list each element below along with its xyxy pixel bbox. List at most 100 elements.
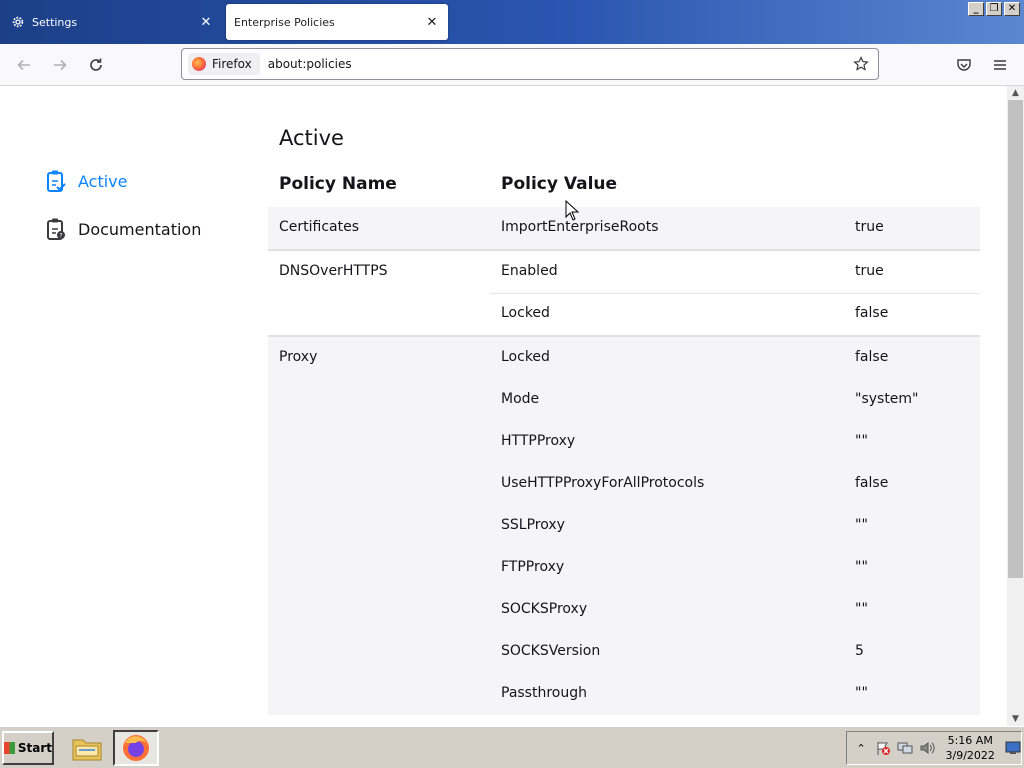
clock-time: 5:16 AM [947, 734, 993, 747]
sidebar-item-label: Active [78, 171, 128, 191]
table-row: SOCKSVersion 5 [268, 631, 980, 673]
volume-icon[interactable] [919, 739, 936, 757]
policy-value: true [855, 219, 884, 235]
policy-value: false [855, 475, 889, 491]
sidebar-item-active[interactable]: Active [44, 166, 201, 196]
taskbar: Start ⌃ 5:16 AM 3/9/2022 [0, 726, 1024, 768]
policy-name: Certificates [279, 219, 360, 235]
policy-value: "" [855, 601, 868, 617]
scroll-down-icon[interactable]: ▼ [1007, 712, 1024, 726]
clock-date: 3/9/2022 [945, 749, 995, 762]
policy-name: Proxy [279, 349, 318, 365]
policy-key: SOCKSProxy [501, 601, 588, 617]
table-row: UseHTTPProxyForAllProtocols false [268, 463, 980, 505]
forward-button[interactable] [48, 53, 72, 77]
mouse-cursor-icon [565, 200, 579, 221]
chevron-up-icon[interactable]: ⌃ [853, 739, 869, 757]
policy-key: FTPProxy [501, 559, 565, 575]
reload-icon [90, 58, 102, 71]
policy-group-proxy: Proxy Locked false Mode "system" HTTPPro… [268, 337, 980, 715]
network-icon[interactable] [897, 739, 913, 757]
policy-group-dnsoverhttps: DNSOverHTTPS Enabled true Locked false [268, 251, 980, 337]
tab-enterprise-policies[interactable]: Enterprise Policies ✕ [226, 4, 448, 40]
app-menu-button[interactable] [988, 53, 1012, 77]
svg-text:?: ? [59, 233, 62, 240]
policy-value: true [855, 263, 884, 279]
column-header-policy-value: Policy Value [501, 174, 618, 194]
pocket-icon [957, 59, 971, 71]
tab-label: Enterprise Policies [234, 15, 335, 29]
table-row: Mode "system" [268, 379, 980, 421]
reload-button[interactable] [84, 53, 108, 77]
policy-key: Locked [501, 349, 550, 365]
window-controls: _ ❐ ✕ [968, 2, 1020, 16]
policy-key: Passthrough [501, 685, 587, 701]
table-row: SSLProxy "" [268, 505, 980, 547]
table-row: Passthrough "" [268, 673, 980, 715]
show-desktop-icon[interactable] [1005, 739, 1021, 757]
close-tab-icon[interactable]: ✕ [196, 12, 216, 32]
clock[interactable]: 5:16 AM 3/9/2022 [946, 733, 995, 763]
gear-icon [10, 14, 26, 30]
bookmark-star-icon[interactable] [850, 53, 872, 75]
policies-table: Certificates ImportEnterpriseRoots true … [268, 207, 980, 715]
policy-key: SSLProxy [501, 517, 565, 533]
close-window-button[interactable]: ✕ [1004, 2, 1020, 16]
sidebar-item-documentation[interactable]: ? Documentation [44, 214, 201, 244]
windows-logo-icon [4, 742, 15, 754]
policy-value: "system" [855, 391, 919, 407]
policy-value: false [855, 349, 889, 365]
firefox-icon [123, 735, 149, 761]
navigation-toolbar: Firefox about:policies [0, 44, 1024, 86]
sidebar: Active ? Documentation [44, 166, 201, 262]
pocket-button[interactable] [952, 53, 976, 77]
sidebar-item-label: Documentation [78, 219, 202, 239]
policy-key: SOCKSVersion [501, 643, 601, 659]
table-row: Certificates ImportEnterpriseRoots true [268, 207, 980, 249]
policy-key: Mode [501, 391, 540, 407]
policy-value: "" [855, 517, 868, 533]
scroll-up-icon[interactable]: ▲ [1007, 86, 1024, 100]
taskbar-firefox[interactable] [113, 730, 159, 766]
policy-value: "" [855, 685, 868, 701]
tab-settings[interactable]: Settings ✕ [0, 4, 222, 40]
policy-key: HTTPProxy [501, 433, 576, 449]
policy-group-certificates: Certificates ImportEnterpriseRoots true [268, 207, 980, 251]
close-tab-icon[interactable]: ✕ [422, 12, 442, 32]
system-tray: ⌃ 5:16 AM 3/9/2022 [846, 731, 1022, 765]
policy-value: "" [855, 559, 868, 575]
url-input[interactable]: about:policies [268, 57, 850, 71]
policy-key: UseHTTPProxyForAllProtocols [501, 475, 705, 491]
taskbar-file-explorer[interactable] [64, 730, 110, 766]
table-row: DNSOverHTTPS Enabled true [268, 251, 980, 293]
clipboard-check-icon [44, 168, 68, 194]
policy-value: false [855, 305, 889, 321]
table-row: Locked false [268, 293, 980, 335]
policy-key: Locked [501, 305, 550, 321]
restore-button[interactable]: ❐ [986, 2, 1002, 16]
scrollbar-thumb[interactable] [1008, 100, 1023, 578]
table-row: SOCKSProxy "" [268, 589, 980, 631]
policy-value: "" [855, 433, 868, 449]
identity-label: Firefox [212, 57, 252, 71]
back-button[interactable] [12, 53, 36, 77]
hamburger-menu-icon [994, 60, 1006, 70]
action-center-flag-icon[interactable] [875, 739, 891, 757]
page-title: Active [279, 126, 344, 150]
table-row: FTPProxy "" [268, 547, 980, 589]
firefox-icon [192, 57, 206, 71]
minimize-button[interactable]: _ [968, 2, 984, 16]
column-header-policy-name: Policy Name [279, 174, 397, 194]
table-row: HTTPProxy "" [268, 421, 980, 463]
vertical-scrollbar[interactable]: ▲ ▼ [1007, 86, 1024, 726]
table-row: Proxy Locked false [268, 337, 980, 379]
folder-icon [72, 739, 102, 761]
policy-name: DNSOverHTTPS [279, 263, 388, 279]
identity-box[interactable]: Firefox [188, 53, 260, 75]
page-content: Active ? Documentation Active Policy Nam… [0, 86, 1007, 726]
start-button[interactable]: Start [2, 731, 54, 765]
policy-key: ImportEnterpriseRoots [501, 219, 659, 235]
forward-arrow-icon [54, 59, 67, 71]
policy-value: 5 [855, 643, 864, 659]
url-bar[interactable]: Firefox about:policies [181, 48, 879, 80]
